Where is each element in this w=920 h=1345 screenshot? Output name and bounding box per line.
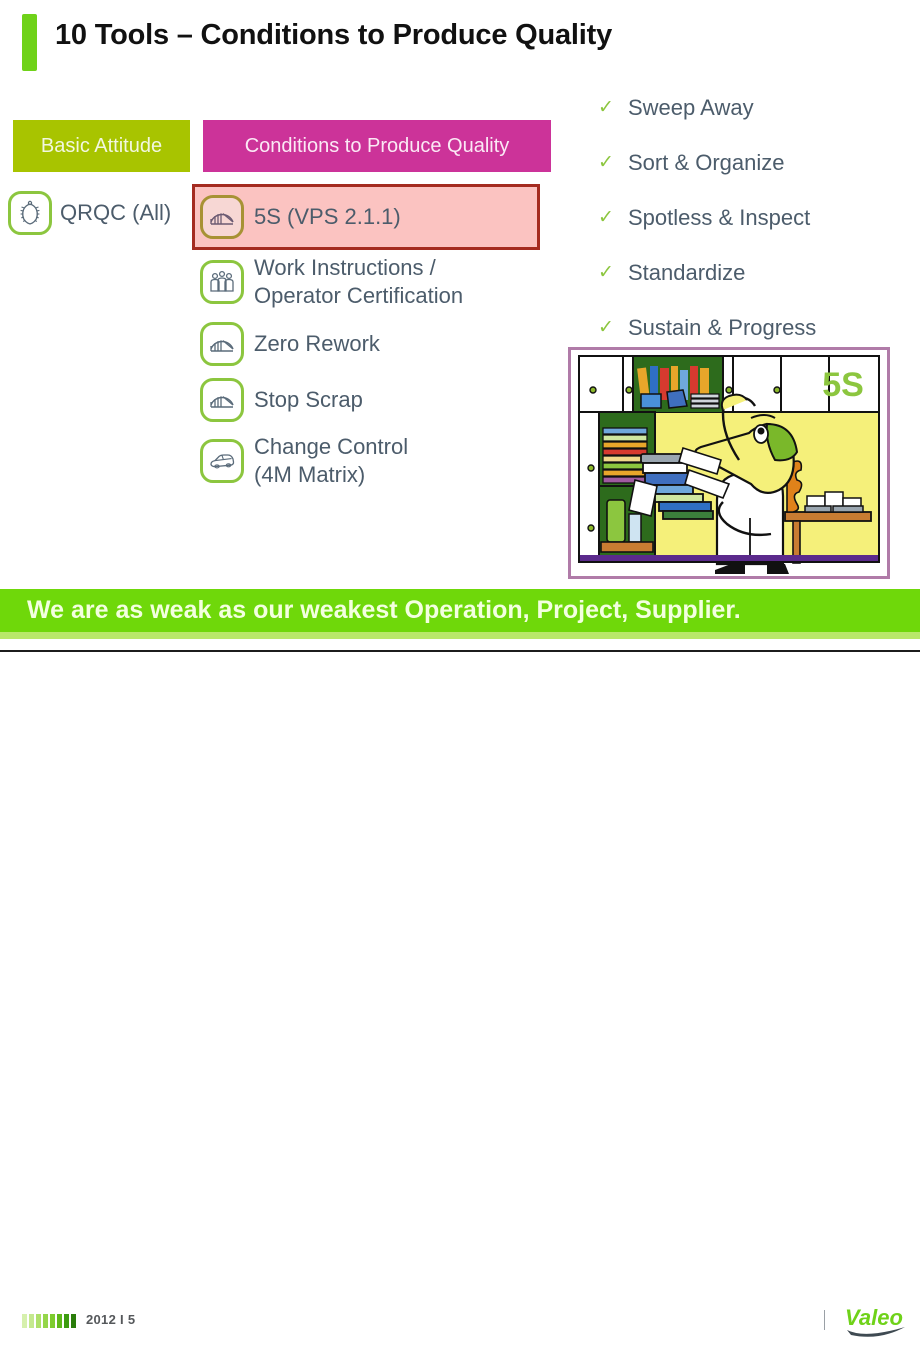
checklist-item-standardize: ✓ Standardize [598, 245, 908, 300]
car-icon [200, 439, 244, 483]
valeo-logo-text: Valeo [845, 1305, 903, 1330]
illustration-svg: 5S [571, 350, 887, 576]
list-item-stop-scrap-label: Stop Scrap [254, 387, 363, 412]
check-icon: ✓ [598, 262, 614, 283]
checklist-item-spotless-inspect: ✓ Spotless & Inspect [598, 190, 908, 245]
list-item-change-control-label-line1: Change Control [254, 434, 409, 459]
list-item-qrqc-label: QRQC (All) [60, 200, 172, 225]
column-header-basic-attitude-label: Basic Attitude [40, 134, 163, 157]
footer-bar-segment [22, 1314, 27, 1328]
valeo-logo: Valeo [843, 1304, 911, 1340]
conditions-list: 5S (VPS 2.1.1) Work Instructions / Opera… [200, 190, 560, 498]
slide-root: 10 Tools – Conditions to Produce Quality… [0, 0, 920, 1337]
column-header-conditions: Conditions to Produce Quality [203, 120, 551, 172]
footer-bar-segment [36, 1314, 41, 1328]
checklist-item-sort-organize-label: Sort & Organize [628, 149, 785, 175]
checklist-item-standardize-label: Standardize [628, 259, 746, 285]
footer: 2012 I 5 Valeo [0, 652, 920, 1337]
bottom-banner-text: We are as weak as our weakest Operation,… [27, 596, 741, 624]
list-item-change-control-label-line2: (4M Matrix) [254, 462, 366, 487]
list-item-zero-rework[interactable]: Zero Rework [200, 320, 560, 368]
footer-separator [824, 1310, 825, 1330]
list-item-work-instructions-label-line1: Work Instructions / [254, 255, 436, 280]
list-item-zero-rework-label: Zero Rework [254, 331, 380, 356]
bridge-icon [200, 322, 244, 366]
footer-bar-segment [50, 1314, 55, 1328]
footer-bar-segment [71, 1314, 76, 1328]
footer-page-number: 2012 I 5 [86, 1312, 136, 1327]
title-text: 10 Tools – Conditions to Produce Quality [55, 19, 613, 51]
footer-bar-segment [57, 1314, 62, 1328]
laurel-wreath-icon [8, 191, 52, 235]
list-item-stop-scrap[interactable]: Stop Scrap [200, 376, 560, 424]
three-people-icon [200, 260, 244, 304]
checklist-item-spotless-inspect-label: Spotless & Inspect [628, 204, 811, 230]
checklist-5s-steps: ✓ Sweep Away ✓ Sort & Organize ✓ Spotles… [598, 80, 908, 355]
list-item-5s-label: 5S (VPS 2.1.1) [254, 204, 401, 229]
check-icon: ✓ [598, 207, 614, 228]
checklist-item-sweep-away: ✓ Sweep Away [598, 80, 908, 135]
column-header-conditions-label: Conditions to Produce Quality [244, 134, 510, 157]
illustration-5s-label: 5S [822, 366, 864, 404]
list-item-qrqc[interactable]: QRQC (All) [8, 191, 171, 235]
list-item-change-control[interactable]: Change Control (4M Matrix) [200, 432, 560, 490]
footer-bar-graphic [22, 1314, 78, 1328]
title-accent-bar [22, 14, 37, 71]
banner-underline [0, 632, 920, 639]
page-title: 10 Tools – Conditions to Produce Quality [22, 14, 612, 71]
list-item-work-instructions[interactable]: Work Instructions / Operator Certificati… [200, 252, 560, 312]
column-header-basic-attitude: Basic Attitude [13, 120, 190, 172]
check-icon: ✓ [598, 317, 614, 338]
illustration-5s-cartoon: 5S [568, 347, 890, 579]
bottom-banner: We are as weak as our weakest Operation,… [0, 589, 920, 632]
checklist-item-sweep-away-label: Sweep Away [628, 94, 754, 120]
list-item-work-instructions-label-line2: Operator Certification [254, 283, 464, 308]
list-item-5s[interactable]: 5S (VPS 2.1.1) [200, 190, 560, 244]
checklist-item-sort-organize: ✓ Sort & Organize [598, 135, 908, 190]
footer-bar-segment [43, 1314, 48, 1328]
bridge-icon [200, 195, 244, 239]
bridge-icon [200, 378, 244, 422]
check-icon: ✓ [598, 97, 614, 118]
footer-bar-segment [64, 1314, 69, 1328]
footer-bar-segment [29, 1314, 34, 1328]
check-icon: ✓ [598, 152, 614, 173]
checklist-item-sustain-progress-label: Sustain & Progress [628, 314, 817, 340]
